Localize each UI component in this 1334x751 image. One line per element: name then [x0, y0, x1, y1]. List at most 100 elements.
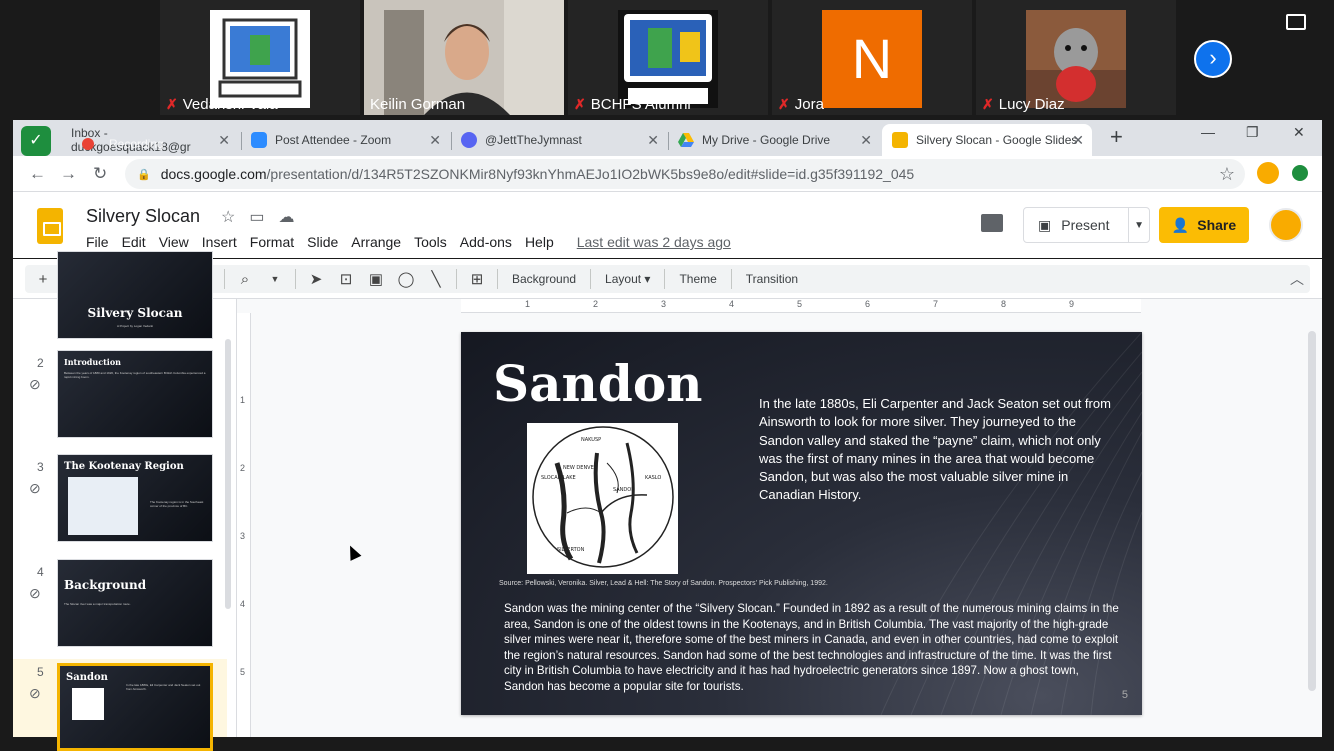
select-cursor-icon[interactable]: ➤	[306, 270, 326, 288]
thumb-text: A Project by Logan Vedanti	[116, 324, 154, 328]
transition-button[interactable]: Transition	[742, 272, 802, 286]
slide-canvas[interactable]: 1 2 3 4 5 6 7 8 9 Sandon SLOCAN LAKE NEW…	[251, 299, 1316, 737]
menu-view[interactable]: View	[159, 234, 189, 250]
svg-text:SANDON: SANDON	[613, 487, 635, 493]
slide-thumbnail[interactable]: 4 ⊘ Background The Slocan river was a ma…	[13, 559, 227, 659]
add-comment-icon[interactable]: ⊞	[467, 270, 487, 288]
menu-arrange[interactable]: Arrange	[351, 234, 401, 250]
thumb-map-image	[68, 477, 138, 535]
slide-thumbnail[interactable]: 2 ⊘ Introduction Between the years of 18…	[13, 350, 227, 450]
layout-button[interactable]: Layout ▾	[601, 272, 654, 286]
zoom-icon[interactable]: ⌕	[235, 271, 255, 288]
account-avatar[interactable]	[1269, 208, 1303, 242]
close-icon[interactable]: ✕	[647, 132, 659, 149]
slide-thumbnail-active[interactable]: 5 ⊘ Sandon In the late 1880s, Eli Carpen…	[13, 659, 227, 751]
theme-button[interactable]: Theme	[675, 272, 720, 286]
mic-muted-icon: ✗	[982, 96, 994, 112]
filmstrip-scrollbar[interactable]	[225, 339, 231, 609]
menu-edit[interactable]: Edit	[122, 234, 146, 250]
present-button[interactable]: ▣ Present ▼	[1023, 207, 1150, 243]
tab-slides[interactable]: Silvery Slocan - Google Slides ✕	[882, 124, 1092, 156]
thumb-text: The Slocan river was a major transportat…	[64, 602, 131, 606]
vertical-ruler: 1 2 3 4 5	[237, 313, 251, 737]
reload-icon[interactable]: ↻	[93, 164, 107, 184]
collapse-toolbar-icon[interactable]: ︿	[1290, 269, 1304, 289]
participant-tile[interactable]: ✗ Vedanshi Vala	[160, 0, 360, 115]
participant-name: ✗ Vedanshi Vala	[166, 96, 278, 113]
share-button[interactable]: 👤 Share	[1159, 207, 1249, 243]
cloud-saved-icon: ☁	[278, 209, 295, 226]
document-title[interactable]: Silvery Slocan	[86, 206, 200, 227]
menu-slide[interactable]: Slide	[307, 234, 338, 250]
menu-help[interactable]: Help	[525, 234, 554, 250]
comments-icon[interactable]	[981, 214, 1003, 232]
tab-zoom[interactable]: Post Attendee - Zoom ✕	[241, 124, 449, 156]
canvas-scrollbar[interactable]	[1308, 331, 1316, 691]
browser-tab-bar: ✓ Inbox - duckgoesquack18@gr ✕ Recording…	[13, 120, 1322, 156]
maximize-button[interactable]: ❐	[1246, 124, 1259, 141]
background-button[interactable]: Background	[508, 272, 580, 286]
menu-file[interactable]: File	[86, 234, 109, 250]
url-path: /presentation/d/134R5T2SZONKMir8Nyf93knY…	[266, 166, 915, 182]
menu-addons[interactable]: Add-ons	[460, 234, 512, 250]
svg-text:SLOCAN LAKE: SLOCAN LAKE	[541, 475, 576, 481]
extension-icon[interactable]	[1292, 165, 1308, 181]
thumb-text: Between the years of 1880 and 1920, the …	[64, 371, 206, 379]
minimize-button[interactable]: —	[1201, 124, 1215, 140]
slides-header: Silvery Slocan ☆ ▭ ☁ File Edit View Inse…	[13, 192, 1322, 258]
slide-text-intro[interactable]: In the late 1880s, Eli Carpenter and Jac…	[759, 395, 1124, 505]
slide-thumbnail[interactable]: 3 ⊘ The Kootenay Region The Kootenay reg…	[13, 454, 227, 554]
close-icon[interactable]: ✕	[218, 132, 230, 149]
menu-format[interactable]: Format	[250, 234, 294, 250]
slide-number: 3	[37, 460, 44, 474]
shape-icon[interactable]: ◯	[396, 270, 416, 288]
address-bar: ← → ↻ 🔒 docs.google.com/presentation/d/1…	[13, 156, 1322, 192]
slides-logo-icon[interactable]	[37, 208, 63, 244]
tab-drive[interactable]: My Drive - Google Drive ✕	[668, 124, 880, 156]
star-icon[interactable]: ☆	[221, 207, 235, 227]
move-folder-icon[interactable]: ▭	[249, 207, 264, 227]
share-label: Share	[1197, 217, 1237, 233]
last-edit-link[interactable]: Last edit was 2 days ago	[577, 234, 731, 250]
slide-title[interactable]: Sandon	[493, 354, 703, 413]
new-tab-button[interactable]: +	[1110, 124, 1123, 150]
chevron-right-icon[interactable]: ›	[1194, 40, 1232, 78]
slide-thumbnail[interactable]: Silvery Slocan A Project by Logan Vedant…	[13, 251, 227, 351]
participant-tile[interactable]: N ✗ Jora	[772, 0, 972, 115]
chevron-down-icon[interactable]: ▼	[265, 274, 285, 284]
mic-muted-icon: ✗	[574, 96, 586, 112]
chevron-down-icon[interactable]: ▼	[1129, 220, 1149, 231]
url-input[interactable]: 🔒 docs.google.com/presentation/d/134R5T2…	[125, 159, 1245, 189]
image-source-caption[interactable]: Source: Pellowski, Veronika. Silver, Lea…	[499, 580, 828, 587]
current-slide[interactable]: Sandon SLOCAN LAKE NEW DENVER SANDON KAS…	[461, 332, 1142, 715]
participant-avatar	[618, 10, 718, 108]
forward-icon[interactable]: →	[60, 164, 77, 184]
discord-icon	[461, 132, 477, 148]
extension-avatar-icon[interactable]	[1257, 162, 1279, 184]
slide-number: 5	[37, 665, 44, 679]
link-icon: ⊘	[29, 685, 41, 701]
menu-insert[interactable]: Insert	[202, 234, 237, 250]
bookmark-star-icon[interactable]: ☆	[1219, 164, 1235, 185]
close-icon[interactable]: ✕	[429, 132, 441, 149]
close-icon[interactable]: ✕	[1072, 132, 1084, 149]
slide-number: 4	[37, 565, 44, 579]
security-shield-icon[interactable]: ✓	[21, 126, 51, 156]
text-box-icon[interactable]: ⊡	[336, 270, 356, 288]
close-icon[interactable]: ✕	[860, 132, 872, 149]
participant-tile[interactable]: ✗ Lucy Diaz	[976, 0, 1176, 115]
menu-tools[interactable]: Tools	[414, 234, 447, 250]
sandon-map-image[interactable]: SLOCAN LAKE NEW DENVER SANDON KASLO NAKU…	[527, 423, 678, 574]
close-window-button[interactable]: ✕	[1293, 124, 1305, 141]
tab-discord[interactable]: @JettTheJymnast ✕	[451, 124, 667, 156]
url-domain: docs.google.com	[160, 166, 267, 182]
view-layout-icon[interactable]	[1286, 14, 1306, 30]
image-icon[interactable]: ▣	[366, 270, 386, 288]
line-icon[interactable]: ╲	[426, 270, 446, 288]
participant-tile[interactable]: Keilin Gorman	[364, 0, 564, 115]
back-icon[interactable]: ←	[29, 164, 46, 184]
participant-name: ✗ Lucy Diaz	[982, 96, 1065, 113]
slides-icon	[892, 132, 908, 148]
participant-tile[interactable]: ✗ BCHFS Alumni	[568, 0, 768, 115]
slide-text-body[interactable]: Sandon was the mining center of the “Sil…	[504, 601, 1119, 695]
